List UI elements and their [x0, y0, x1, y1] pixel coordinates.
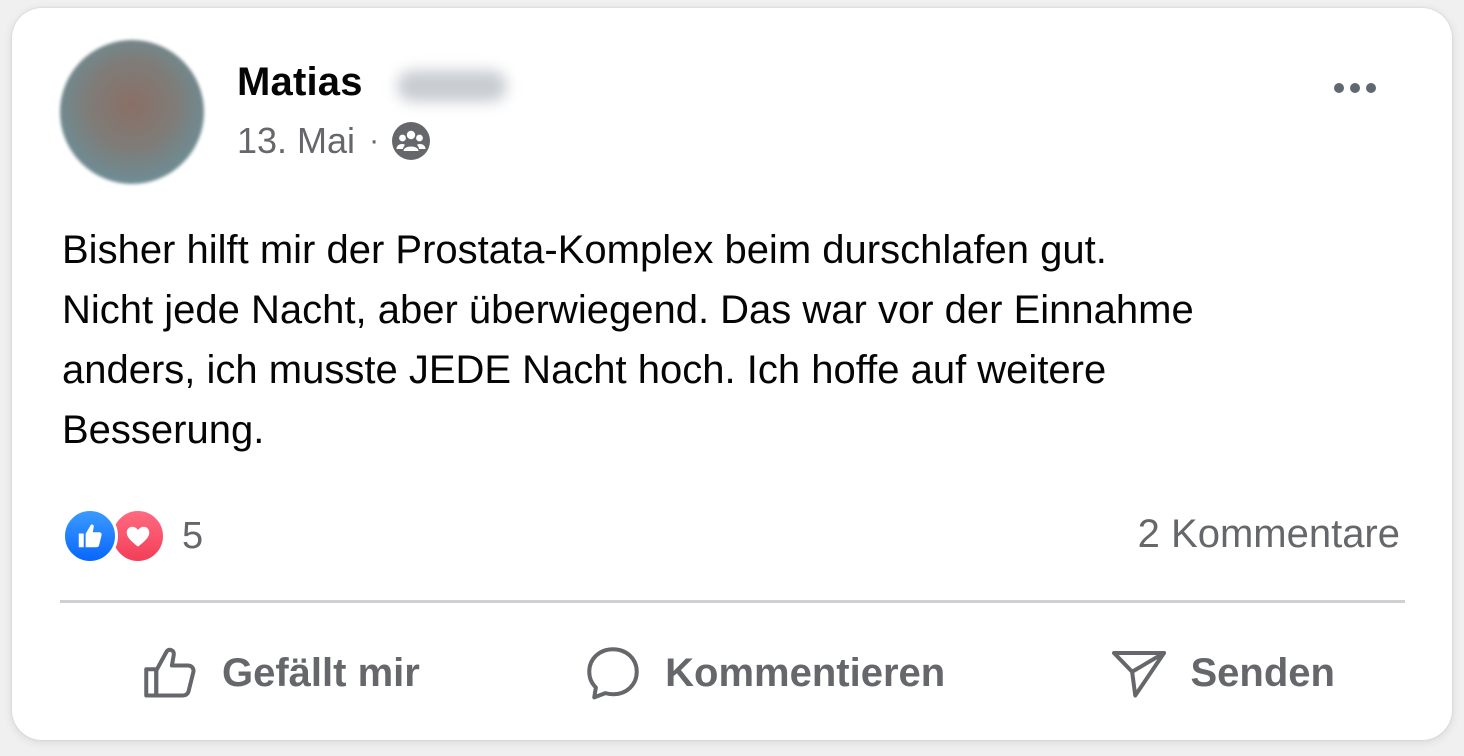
more-options-button[interactable] — [1320, 68, 1390, 108]
like-reaction-icon — [62, 508, 118, 564]
like-button[interactable]: Gefällt mir — [130, 643, 430, 703]
send-icon — [1111, 651, 1166, 698]
action-bar: Gefällt mir Kommentieren Senden — [60, 618, 1405, 728]
group-icon[interactable] — [391, 121, 431, 161]
avatar[interactable] — [60, 40, 204, 184]
love-reaction-icon — [110, 508, 166, 564]
more-horizontal-icon — [1334, 83, 1344, 93]
post-card: Matias 13. Mai · Bisher hilft mir der Pr… — [12, 8, 1452, 740]
send-button[interactable]: Senden — [1099, 643, 1345, 703]
reactions-summary[interactable]: 5 — [62, 508, 203, 564]
send-label: Senden — [1190, 650, 1335, 695]
thumbs-up-icon — [144, 647, 196, 698]
post-body: Bisher hilft mir der Prostata-Komplex be… — [62, 228, 1194, 452]
comment-bubble-icon — [587, 647, 639, 700]
comments-count-link[interactable]: 2 Kommentare — [1138, 512, 1400, 557]
author-name[interactable]: Matias — [237, 60, 363, 105]
like-label: Gefällt mir — [222, 650, 420, 695]
more-horizontal-icon — [1366, 83, 1376, 93]
comment-button[interactable]: Kommentieren — [573, 643, 955, 703]
post-meta: 13. Mai · — [237, 120, 431, 162]
meta-separator: · — [369, 124, 380, 157]
more-horizontal-icon — [1350, 83, 1360, 93]
author-surname-blurred — [397, 70, 507, 102]
reaction-count: 5 — [182, 514, 204, 557]
post-date[interactable]: 13. Mai — [237, 120, 355, 162]
divider — [60, 600, 1405, 603]
comment-label: Kommentieren — [665, 650, 946, 695]
